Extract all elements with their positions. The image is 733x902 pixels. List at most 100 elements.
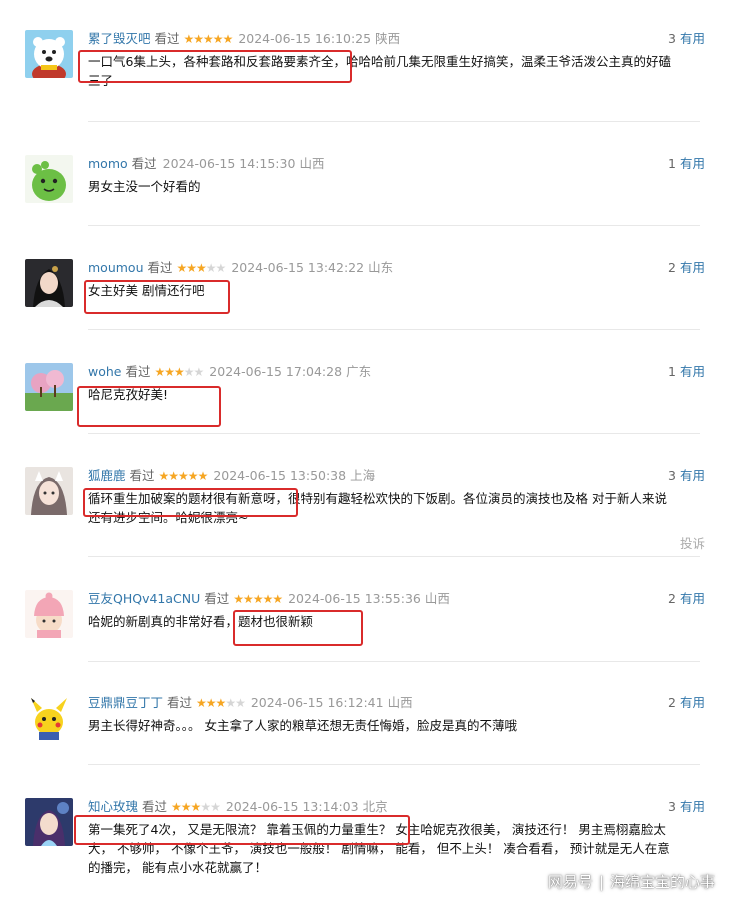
watermark-brand: 网易号	[547, 873, 593, 891]
vote-useful[interactable]: 3 有用	[668, 467, 705, 485]
vote-count: 1	[668, 156, 676, 171]
username-link[interactable]: moumou	[88, 260, 144, 275]
username-link[interactable]: 知心玫瑰	[88, 799, 138, 814]
comment-content: 循环重生加破案的题材很有新意呀，很特别有趣轻松欢快的下饭剧。各位演员的演技也及格…	[88, 489, 705, 527]
rating-stars: ★★★★★	[171, 800, 221, 814]
comment-text-line: 一口气6集上头，各种套路和反套路要素齐全，哈哈哈前几集无限重生好搞笑，温柔王爷活…	[88, 54, 671, 69]
pink-hat-avatar[interactable]	[25, 590, 73, 638]
comment-meta: 狐鹿鹿 看过 ★★★★★ 2024-06-15 13:50:38 上海	[88, 467, 375, 485]
comment-meta: moumou 看过 ★★★★★ 2024-06-15 13:42:22 山东	[88, 259, 393, 277]
username-link[interactable]: 狐鹿鹿	[88, 468, 126, 483]
comment-location: 北京	[362, 799, 388, 814]
divider	[88, 661, 700, 662]
vote-useful[interactable]: 1 有用	[668, 363, 705, 381]
rating-stars: ★★★★★	[158, 469, 209, 483]
comment-item: 豆鼎鼎豆丁丁 看过 ★★★★★ 2024-06-15 16:12:41 山西 2 有用 男…	[25, 694, 705, 754]
comment-location: 广东	[346, 364, 372, 379]
comment-content: 男女主没一个好看的	[88, 177, 705, 196]
report-link[interactable]: 投诉	[680, 533, 705, 552]
username-link[interactable]: 豆友QHQv41aCNU	[88, 591, 200, 606]
vote-count: 3	[668, 799, 676, 814]
comment-text-line: 大， 不够帅， 不像个王爷， 演技也一般般！ 剧情嘛， 能看， 但不上头！ 凑合…	[88, 841, 670, 856]
comment-location: 山西	[424, 591, 450, 606]
comment-text-line: 三了	[88, 73, 114, 88]
comment-time: 2024-06-15 13:50:38	[213, 468, 347, 483]
comment-item: momo 看过 2024-06-15 14:15:30 山西 1 有用 男女主没一个好看…	[25, 155, 705, 215]
comment-text-line: 哈妮的新剧真的非常好看，题材也很新颖	[88, 614, 314, 629]
vote-count: 1	[668, 364, 676, 379]
rating-stars: ★★★★★	[196, 696, 246, 710]
polar-bear-avatar[interactable]	[25, 30, 73, 78]
comment-text-line: 还有进步空间。哈妮很漂亮~	[88, 510, 249, 525]
comment-item: wohe 看过 ★★★★★ 2024-06-15 17:04:28 广东 1 有用 哈尼克…	[25, 363, 705, 423]
divider	[88, 329, 700, 330]
costume-portrait-avatar[interactable]	[25, 259, 73, 307]
comment-meta: 豆友QHQv41aCNU 看过 ★★★★★ 2024-06-15 13:55:36 山西	[88, 590, 450, 608]
comment-meta: wohe 看过 ★★★★★ 2024-06-15 17:04:28 广东	[88, 363, 371, 381]
landscape-avatar[interactable]	[25, 363, 73, 411]
username-link[interactable]: 豆鼎鼎豆丁丁	[88, 695, 163, 710]
comment-time: 2024-06-15 14:15:30	[162, 156, 296, 171]
fox-girl-avatar[interactable]	[25, 467, 73, 515]
comment-text-line: 循环重生加破案的题材很有新意呀，很特别有趣轻松欢快的下饭剧。各位演员的演技也及格…	[88, 491, 667, 506]
useful-link[interactable]: 有用	[680, 695, 705, 710]
username-link[interactable]: 累了毁灭吧	[88, 31, 151, 46]
username-link[interactable]: wohe	[88, 364, 121, 379]
comment-location: 山东	[368, 260, 394, 275]
watched-label: 看过	[167, 695, 193, 710]
comment-meta: 累了毁灭吧 看过 ★★★★★ 2024-06-15 16:10:25 陕西	[88, 30, 400, 48]
comment-meta: 知心玫瑰 看过 ★★★★★ 2024-06-15 13:14:03 北京	[88, 798, 388, 816]
comment-location: 上海	[350, 468, 376, 483]
pikachu-avatar[interactable]	[25, 694, 73, 742]
comment-time: 2024-06-15 16:10:25	[238, 31, 372, 46]
vote-count: 2	[668, 591, 676, 606]
vote-useful[interactable]: 1 有用	[668, 155, 705, 173]
username-link[interactable]: momo	[88, 156, 128, 171]
watermark-separator: |	[598, 873, 604, 891]
comment-content: 第一集死了4次， 又是无限流？ 靠着玉佩的力量重生？ 女主哈妮克孜很美， 演技还…	[88, 820, 705, 877]
watched-label: 看过	[147, 260, 173, 275]
watched-label: 看过	[204, 591, 230, 606]
useful-link[interactable]: 有用	[680, 260, 705, 275]
divider	[88, 121, 700, 122]
comment-meta: 豆鼎鼎豆丁丁 看过 ★★★★★ 2024-06-15 16:12:41 山西	[88, 694, 413, 712]
game-character-avatar[interactable]	[25, 798, 73, 846]
watched-label: 看过	[154, 31, 180, 46]
comment-content: 一口气6集上头，各种套路和反套路要素齐全，哈哈哈前几集无限重生好搞笑，温柔王爷活…	[88, 52, 705, 90]
useful-link[interactable]: 有用	[680, 364, 705, 379]
comment-time: 2024-06-15 13:55:36	[288, 591, 421, 606]
vote-useful[interactable]: 2 有用	[668, 590, 705, 608]
comment-content: 哈尼克孜好美!	[88, 385, 705, 404]
comment-text-line: 哈尼克孜好美!	[88, 387, 169, 402]
rating-stars: ★★★★★	[233, 592, 283, 606]
comment-time: 2024-06-15 13:14:03	[225, 799, 359, 814]
vote-useful[interactable]: 2 有用	[668, 694, 705, 712]
comment-text-line: 男主长得好神奇。。。 女主拿了人家的粮草还想无责任悔婚，脸皮是真的不薄哦	[88, 718, 517, 733]
comment-meta: momo 看过 2024-06-15 14:15:30 山西	[88, 155, 324, 173]
vote-count: 2	[668, 260, 676, 275]
vote-count: 2	[668, 695, 676, 710]
useful-link[interactable]: 有用	[680, 591, 705, 606]
vote-useful[interactable]: 3 有用	[668, 798, 705, 816]
useful-link[interactable]: 有用	[680, 799, 705, 814]
comment-content: 哈妮的新剧真的非常好看，题材也很新颖	[88, 612, 705, 631]
comment-item: 狐鹿鹿 看过 ★★★★★ 2024-06-15 13:50:38 上海 3 有用 循环重生…	[25, 467, 705, 552]
vote-useful[interactable]: 3 有用	[668, 30, 705, 48]
useful-link[interactable]: 有用	[680, 31, 705, 46]
divider	[88, 764, 700, 765]
green-dino-avatar[interactable]	[25, 155, 73, 203]
watched-label: 看过	[125, 364, 151, 379]
watermark: 网易号 | 海绵宝宝的心事	[548, 871, 715, 892]
watched-label: 看过	[142, 799, 168, 814]
vote-count: 3	[668, 468, 676, 483]
watched-label: 看过	[131, 156, 157, 171]
useful-link[interactable]: 有用	[680, 468, 705, 483]
rating-stars: ★★★★★	[154, 365, 205, 379]
vote-useful[interactable]: 2 有用	[668, 259, 705, 277]
comment-item: 累了毁灭吧 看过 ★★★★★ 2024-06-15 16:10:25 陕西 3 有用 一口…	[25, 30, 705, 110]
comment-location: 山西	[387, 695, 413, 710]
comment-time: 2024-06-15 16:12:41	[250, 695, 384, 710]
comment-item: 豆友QHQv41aCNU 看过 ★★★★★ 2024-06-15 13:55:36 山西…	[25, 590, 705, 650]
rating-stars: ★★★★★	[183, 32, 234, 46]
useful-link[interactable]: 有用	[680, 156, 705, 171]
